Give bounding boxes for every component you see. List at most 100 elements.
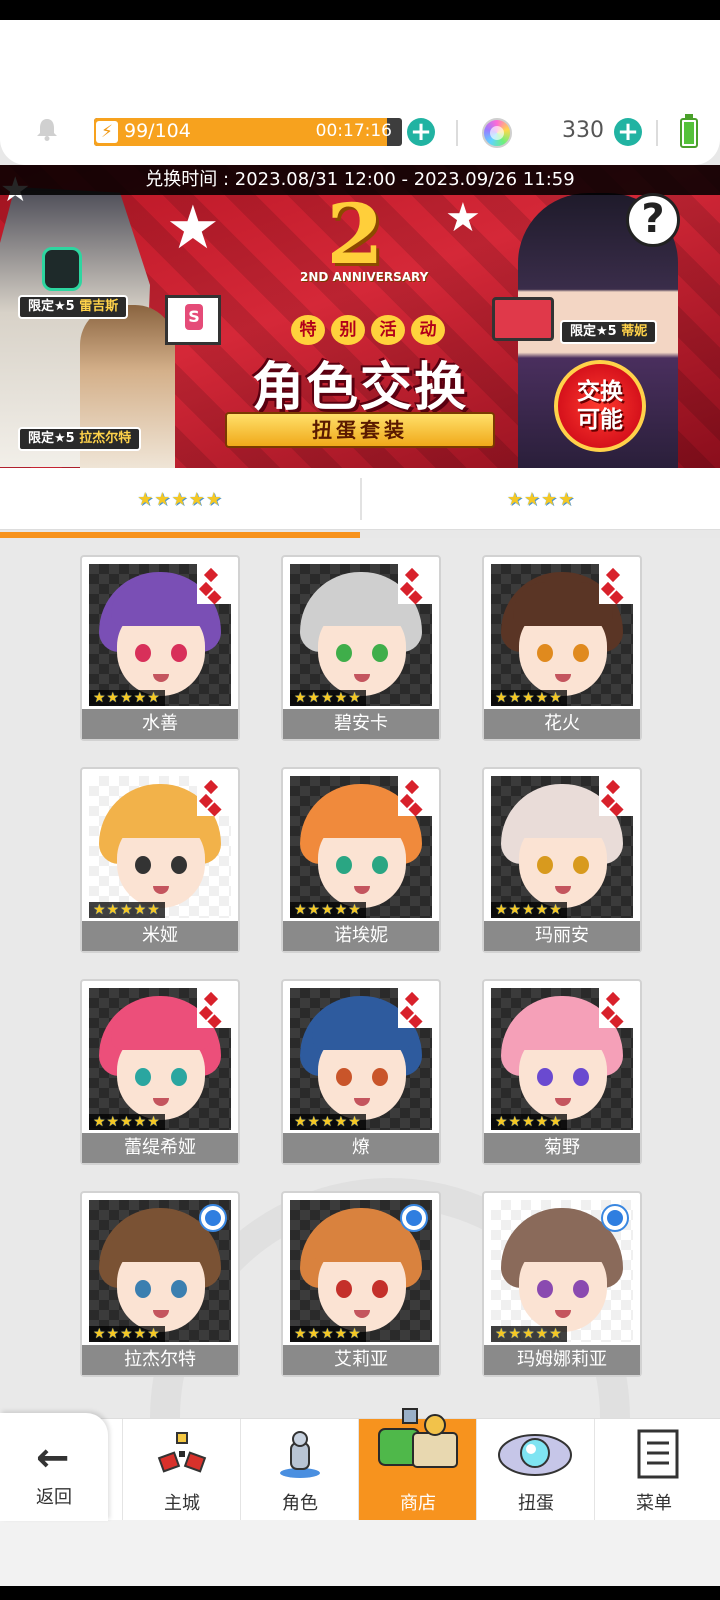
portrait-fringe	[513, 1218, 613, 1262]
tab-5-star[interactable]: ★★★★★	[0, 468, 360, 530]
character-name: 玛姆娜莉亚	[484, 1345, 640, 1375]
rarity-stars: ★★★★★	[290, 902, 366, 918]
battery-icon	[680, 114, 698, 148]
gem-count: 330	[562, 118, 604, 143]
event-banner[interactable]: 兑换时间 : 2023.08/31 12:00 - 2023.09/26 11:…	[0, 165, 720, 468]
character-card[interactable]: ★★★★★ 玛丽安	[482, 767, 642, 953]
character-card[interactable]: ★★★★★ 玛姆娜莉亚	[482, 1191, 642, 1377]
top-resource-bar: ⚡ 99/104 00:17:16 + 330 +	[0, 20, 720, 165]
rarity-stars: ★★★★★	[290, 1114, 366, 1130]
portrait-fringe	[513, 582, 613, 626]
character-portrait	[290, 988, 432, 1130]
divider	[656, 120, 658, 146]
red-diamond-icon	[197, 988, 231, 1028]
portrait-fringe	[111, 1218, 211, 1262]
nav-item-gacha[interactable]: 扭蛋	[476, 1419, 594, 1521]
portrait-eye	[573, 856, 589, 874]
character-name: 水善	[82, 709, 238, 739]
nav-item-main-city[interactable]: 主城	[122, 1419, 240, 1521]
system-status-strip	[0, 0, 720, 20]
rarity-stars: ★★★★★	[290, 1326, 366, 1342]
nav-label: 商店	[400, 1493, 436, 1514]
portrait-eye	[573, 1280, 589, 1298]
banner-title: 角色交换	[251, 357, 468, 418]
nav-item-menu[interactable]: 菜单	[594, 1419, 720, 1521]
character-card[interactable]: ★★★★★ 水善	[80, 555, 240, 741]
portrait-mouth	[555, 1310, 571, 1318]
stamina-bar: ⚡ 99/104 00:17:16	[94, 118, 402, 146]
character-name: 艾莉亚	[283, 1345, 439, 1375]
envelope-icon	[165, 295, 221, 345]
character-card[interactable]: ★★★★★ 拉杰尔特	[80, 1191, 240, 1377]
limited-tag-tini: 限定★5 蒂妮	[560, 320, 658, 344]
character-name: 拉杰尔特	[82, 1345, 238, 1375]
blue-dot-icon	[199, 1204, 227, 1232]
character-portrait	[290, 776, 432, 918]
castle-icon	[157, 1432, 207, 1473]
portrait-eye	[171, 856, 187, 874]
character-card[interactable]: ★★★★★ 蕾缇希娅	[80, 979, 240, 1165]
red-diamond-icon	[599, 776, 633, 816]
character-name: 玛丽安	[484, 921, 640, 951]
portrait-eye	[135, 644, 151, 662]
banner-ribbon: 扭蛋套装	[225, 412, 495, 448]
back-label: 返回	[36, 1487, 72, 1508]
portrait-eye	[171, 644, 187, 662]
character-portrait	[290, 564, 432, 706]
divider	[456, 120, 458, 146]
portrait-eye	[336, 1280, 352, 1298]
portrait-mouth	[153, 1310, 169, 1318]
limited-tag-lazert: 限定★5 拉杰尔特	[18, 427, 142, 451]
character-name: 花火	[484, 709, 640, 739]
bottom-navigation: ← 返回 主城 角色 商店 扭蛋 菜单	[0, 1408, 720, 1521]
character-card[interactable]: ★★★★★ 碧安卡	[281, 555, 441, 741]
character-card[interactable]: ★★★★★ 诺埃妮	[281, 767, 441, 953]
help-button[interactable]: ?	[626, 193, 680, 247]
portrait-mouth	[153, 674, 169, 682]
rarity-stars: ★★★★★	[491, 1326, 567, 1342]
exchange-available-badge: 交换 可能	[554, 360, 646, 452]
character-grid: ★★★★★ 水善 ★★★★★ 碧安卡 ★★★★★ 花火 ★★★★★ 米娅 ★★★★★ 诺埃妮 ★★★…	[0, 538, 720, 1418]
rarity-stars: ★★★★★	[491, 690, 567, 706]
portrait-eye	[336, 644, 352, 662]
portrait-eye	[573, 644, 589, 662]
character-card[interactable]: ★★★★★ 米娅	[80, 767, 240, 953]
rarity-stars: ★★★★★	[290, 690, 366, 706]
portrait-mouth	[153, 1098, 169, 1106]
portrait-mouth	[555, 886, 571, 894]
special-event-char: 特	[291, 315, 325, 345]
portrait-eye	[537, 644, 553, 662]
rarity-stars: ★★★★★	[89, 902, 165, 918]
red-diamond-icon	[398, 988, 432, 1028]
rarity-tabs: ★★★★★ ★★★★	[0, 468, 720, 530]
exchange-period: 兑换时间 : 2023.08/31 12:00 - 2023.09/26 11:…	[0, 165, 720, 195]
character-card[interactable]: ★★★★★ 燎	[281, 979, 441, 1165]
tab-4-star[interactable]: ★★★★	[362, 468, 720, 530]
add-stamina-button[interactable]: +	[407, 118, 435, 146]
red-diamond-icon	[398, 564, 432, 604]
portrait-eye	[372, 1068, 388, 1086]
back-button[interactable]: ← 返回	[0, 1413, 108, 1521]
nav-item-shop[interactable]: 商店	[358, 1408, 476, 1521]
portrait-fringe	[111, 1006, 211, 1050]
character-card[interactable]: ★★★★★ 菊野	[482, 979, 642, 1165]
system-navigation-area	[0, 1520, 720, 1600]
character-name: 蕾缇希娅	[82, 1133, 238, 1163]
nav-item-characters[interactable]: 角色	[240, 1419, 358, 1521]
nav-label: 扭蛋	[518, 1493, 554, 1514]
rainbow-gem-icon	[482, 118, 512, 148]
bell-icon[interactable]	[34, 116, 60, 142]
portrait-mouth	[354, 1098, 370, 1106]
add-gems-button[interactable]: +	[614, 118, 642, 146]
portrait-eye	[135, 856, 151, 874]
red-diamond-icon	[197, 564, 231, 604]
character-portrait	[89, 1200, 231, 1342]
special-event-char: 活	[371, 315, 405, 345]
special-event-char: 别	[331, 315, 365, 345]
character-portrait	[491, 564, 633, 706]
character-card[interactable]: ★★★★★ 花火	[482, 555, 642, 741]
character-card[interactable]: ★★★★★ 艾莉亚	[281, 1191, 441, 1377]
portrait-mouth	[555, 1098, 571, 1106]
star-decoration: ★	[166, 193, 220, 263]
lightning-icon: ⚡	[96, 121, 118, 143]
